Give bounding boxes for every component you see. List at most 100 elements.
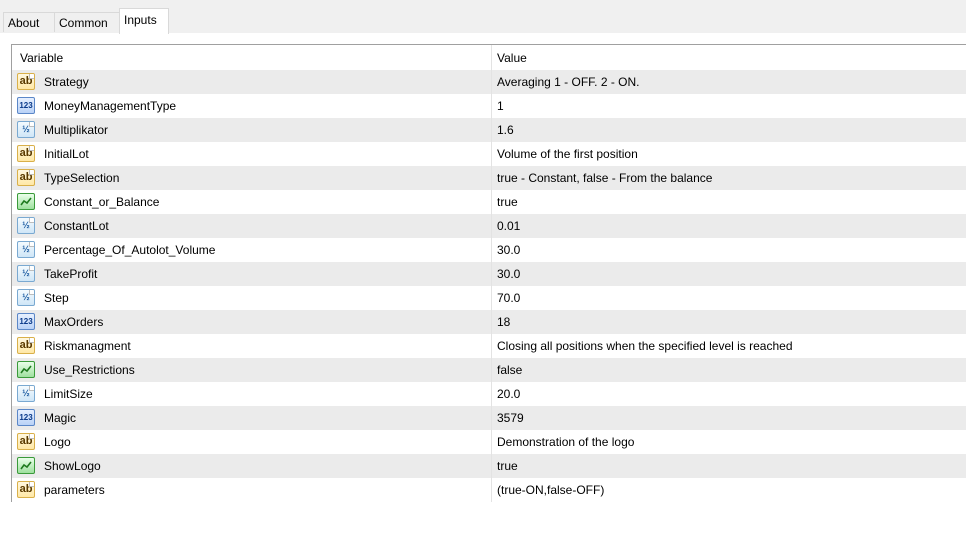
table-row[interactable]: ½ LimitSize 20.0	[12, 382, 966, 406]
table-header: Variable Value	[12, 45, 966, 70]
value-cell[interactable]: true	[492, 454, 966, 478]
inputs-table: Variable Value ab Strategy Averaging 1 - O…	[11, 44, 966, 502]
string-type-icon: ab	[17, 73, 35, 90]
table-row[interactable]: 123 MaxOrders 18	[12, 310, 966, 334]
table-row[interactable]: ½ Percentage_Of_Autolot_Volume 30.0	[12, 238, 966, 262]
tab-bar: About Common Inputs	[0, 0, 966, 34]
table-row[interactable]: ½ ConstantLot 0.01	[12, 214, 966, 238]
table-row[interactable]: ab Logo Demonstration of the logo	[12, 430, 966, 454]
value-cell[interactable]: Demonstration of the logo	[492, 430, 966, 454]
value-cell[interactable]: 70.0	[492, 286, 966, 310]
variable-cell: ½ TakeProfit	[12, 262, 492, 286]
boolean-type-icon	[17, 361, 35, 378]
value-cell[interactable]: Closing all positions when the specified…	[492, 334, 966, 358]
string-type-icon: ab	[17, 481, 35, 498]
variable-cell: ½ ConstantLot	[12, 214, 492, 238]
value-cell[interactable]: false	[492, 358, 966, 382]
variable-name: Riskmanagment	[44, 339, 131, 353]
table-row[interactable]: ShowLogo true	[12, 454, 966, 478]
variable-cell: ½ LimitSize	[12, 382, 492, 406]
variable-cell: ab InitialLot	[12, 142, 492, 166]
table-row[interactable]: ab InitialLot Volume of the first position	[12, 142, 966, 166]
variable-name: InitialLot	[44, 147, 89, 161]
table-row[interactable]: ab parameters (true-ON,false-OFF)	[12, 478, 966, 502]
value-cell[interactable]: true	[492, 190, 966, 214]
double-type-icon: ½	[17, 121, 35, 138]
value-cell[interactable]: 0.01	[492, 214, 966, 238]
variable-cell: ab Logo	[12, 430, 492, 454]
variable-name: Use_Restrictions	[44, 363, 135, 377]
double-type-icon: ½	[17, 385, 35, 402]
string-type-icon: ab	[17, 145, 35, 162]
variable-cell: 123 Magic	[12, 406, 492, 430]
inputs-panel: Variable Value ab Strategy Averaging 1 - O…	[0, 33, 966, 545]
column-header-variable[interactable]: Variable	[12, 45, 492, 70]
variable-cell: ab TypeSelection	[12, 166, 492, 190]
variable-cell: ab Strategy	[12, 70, 492, 94]
value-cell[interactable]: 30.0	[492, 262, 966, 286]
variable-cell: ½ Multiplikator	[12, 118, 492, 142]
variable-name: parameters	[44, 483, 105, 497]
variable-name: TakeProfit	[44, 267, 98, 281]
variable-name: TypeSelection	[44, 171, 120, 185]
variable-cell: ab Riskmanagment	[12, 334, 492, 358]
integer-type-icon: 123	[17, 409, 35, 426]
string-type-icon: ab	[17, 433, 35, 450]
variable-name: Logo	[44, 435, 71, 449]
table-row[interactable]: ½ Step 70.0	[12, 286, 966, 310]
double-type-icon: ½	[17, 241, 35, 258]
variable-cell: Use_Restrictions	[12, 358, 492, 382]
variable-name: Magic	[44, 411, 77, 425]
variable-cell: 123 MoneyManagementType	[12, 94, 492, 118]
tab-inputs[interactable]: Inputs	[119, 8, 169, 34]
value-cell[interactable]: 3579	[492, 406, 966, 430]
variable-name: Percentage_Of_Autolot_Volume	[44, 243, 216, 257]
column-header-value[interactable]: Value	[492, 45, 966, 70]
table-row[interactable]: 123 MoneyManagementType 1	[12, 94, 966, 118]
double-type-icon: ½	[17, 217, 35, 234]
tab-common[interactable]: Common	[54, 12, 120, 32]
table-row[interactable]: Constant_or_Balance true	[12, 190, 966, 214]
string-type-icon: ab	[17, 169, 35, 186]
variable-cell: ½ Step	[12, 286, 492, 310]
value-cell[interactable]: 30.0	[492, 238, 966, 262]
variable-name: Strategy	[44, 75, 89, 89]
tab-about[interactable]: About	[3, 12, 55, 32]
variable-name: MaxOrders	[44, 315, 104, 329]
double-type-icon: ½	[17, 265, 35, 282]
variable-cell: Constant_or_Balance	[12, 190, 492, 214]
double-type-icon: ½	[17, 289, 35, 306]
table-body: ab Strategy Averaging 1 - OFF. 2 - ON. 123 M…	[12, 70, 966, 502]
boolean-type-icon	[17, 193, 35, 210]
value-cell[interactable]: Volume of the first position	[492, 142, 966, 166]
table-row[interactable]: ab Riskmanagment Closing all positions whe…	[12, 334, 966, 358]
value-cell[interactable]: 1.6	[492, 118, 966, 142]
variable-cell: ½ Percentage_Of_Autolot_Volume	[12, 238, 492, 262]
table-row[interactable]: Use_Restrictions false	[12, 358, 966, 382]
variable-cell: ab parameters	[12, 478, 492, 502]
variable-name: Multiplikator	[44, 123, 109, 137]
variable-name: LimitSize	[44, 387, 93, 401]
variable-name: ShowLogo	[44, 459, 101, 473]
integer-type-icon: 123	[17, 97, 35, 114]
variable-name: MoneyManagementType	[44, 99, 177, 113]
boolean-type-icon	[17, 457, 35, 474]
variable-cell: ShowLogo	[12, 454, 492, 478]
table-row[interactable]: ab Strategy Averaging 1 - OFF. 2 - ON.	[12, 70, 966, 94]
table-row[interactable]: 123 Magic 3579	[12, 406, 966, 430]
variable-name: Step	[44, 291, 69, 305]
table-row[interactable]: ab TypeSelection true - Constant, false - …	[12, 166, 966, 190]
value-cell[interactable]: true - Constant, false - From the balanc…	[492, 166, 966, 190]
integer-type-icon: 123	[17, 313, 35, 330]
table-row[interactable]: ½ Multiplikator 1.6	[12, 118, 966, 142]
variable-name: Constant_or_Balance	[44, 195, 160, 209]
table-row[interactable]: ½ TakeProfit 30.0	[12, 262, 966, 286]
variable-name: ConstantLot	[44, 219, 109, 233]
value-cell[interactable]: 18	[492, 310, 966, 334]
value-cell[interactable]: 1	[492, 94, 966, 118]
value-cell[interactable]: 20.0	[492, 382, 966, 406]
value-cell[interactable]: Averaging 1 - OFF. 2 - ON.	[492, 70, 966, 94]
string-type-icon: ab	[17, 337, 35, 354]
value-cell[interactable]: (true-ON,false-OFF)	[492, 478, 966, 502]
variable-cell: 123 MaxOrders	[12, 310, 492, 334]
